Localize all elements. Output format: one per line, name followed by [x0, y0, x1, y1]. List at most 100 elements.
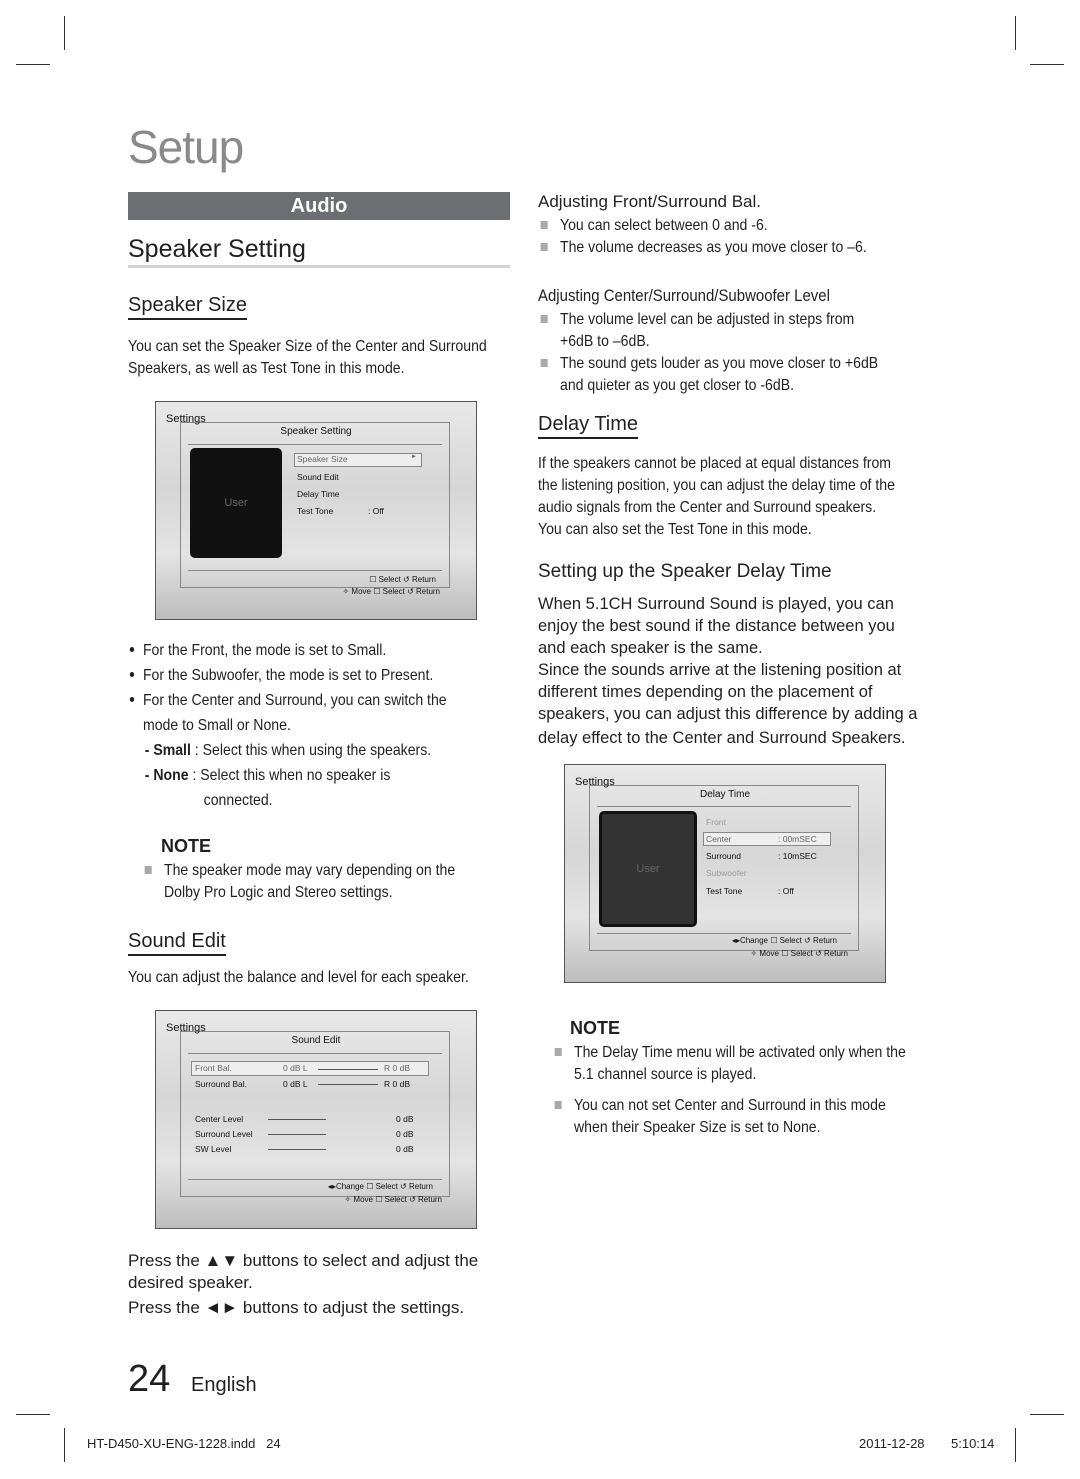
- intro-line: You can set the Speaker Size of the Cent…: [128, 338, 487, 355]
- menu-hint: ✧ Move ☐ Select ↺ Return: [342, 587, 441, 596]
- text-line: the listening position, you can adjust t…: [538, 477, 895, 494]
- none-text: connected.: [203, 792, 273, 809]
- crop-mark: [16, 1414, 50, 1415]
- menu-hint: ◂▸Change ☐ Select ↺ Return: [327, 1182, 433, 1191]
- crop-mark: [64, 1428, 65, 1462]
- menu-title: Delay Time: [699, 789, 750, 800]
- surround-level-label: Surround Level: [195, 1129, 253, 1139]
- menu-hint: ◂▸Change ☐ Select ↺ Return: [731, 936, 837, 945]
- speaker-setting-heading: Speaker Setting: [128, 235, 306, 263]
- text-line: You can also set the Test Tone in this m…: [538, 521, 812, 538]
- center-level-value: 0 dB: [396, 1114, 414, 1124]
- menu-hint: ✧ Move ☐ Select ↺ Return: [750, 949, 849, 958]
- menu-item-speaker-size: Speaker Size: [297, 454, 348, 464]
- surround-bal-left: 0 dB L: [283, 1079, 308, 1089]
- menu-hint: ✧ Move ☐ Select ↺ Return: [344, 1195, 443, 1204]
- page-language: English: [191, 1374, 257, 1396]
- sw-level-value: 0 dB: [396, 1144, 414, 1154]
- delay-surround-label: Surround: [706, 851, 741, 861]
- delay-front-label: Front: [706, 817, 726, 827]
- bullet-item: For the Center and Surround, you can swi…: [128, 688, 464, 713]
- text-line: When 5.1CH Surround Sound is played, you…: [538, 595, 894, 613]
- list-item: The volume level can be adjusted in step…: [538, 309, 878, 353]
- note-title: NOTE: [161, 836, 212, 856]
- text-line: audio signals from the Center and Surrou…: [538, 499, 877, 516]
- list-item: The volume decreases as you move closer …: [538, 237, 867, 259]
- manual-page: Setup Audio Speaker Setting Speaker Size…: [0, 0, 1080, 1479]
- delay-subwoofer-label: Subwoofer: [706, 868, 747, 878]
- front-bal-right: R 0 dB: [384, 1063, 410, 1073]
- intro-line: Speakers, as well as Test Tone in this m…: [128, 360, 405, 377]
- text-line: If the speakers cannot be placed at equa…: [538, 455, 892, 472]
- text-line: enjoy the best sound if the distance bet…: [538, 617, 895, 635]
- delay-time-heading: Delay Time: [538, 413, 639, 439]
- footer-date: 2011-12-28: [859, 1436, 925, 1451]
- instruction: desired speaker.: [128, 1273, 253, 1292]
- delay-surround-value: : 10mSEC: [778, 851, 817, 861]
- menu-item-sound-edit: Sound Edit: [297, 472, 339, 482]
- instruction: Press the ▲▼ buttons to select and adjus…: [128, 1251, 479, 1270]
- test-tone-value: : Off: [368, 506, 384, 516]
- crop-mark: [1030, 1414, 1064, 1415]
- crop-mark: [16, 64, 50, 65]
- footer-filename: HT-D450-XU-ENG-1228.indd 24: [87, 1436, 281, 1451]
- delay-center-value: : 00mSEC: [778, 834, 817, 844]
- sw-level-label: SW Level: [195, 1144, 232, 1154]
- delay-test-tone-value: : Off: [778, 886, 794, 896]
- bullet-item: For the Front, the mode is set to Small.: [128, 638, 464, 663]
- menu-item-delay-time: Delay Time: [297, 489, 340, 499]
- sound-edit-menu-screenshot: Settings Sound Edit Front Bal. 0 dB L R …: [155, 1010, 477, 1229]
- crop-mark: [1015, 1428, 1016, 1462]
- text-line: different times depending on the placeme…: [538, 683, 873, 701]
- speaker-size-heading: Speaker Size: [128, 294, 247, 320]
- surround-bal-label: Surround Bal.: [195, 1079, 247, 1089]
- page-title: Setup: [128, 121, 244, 173]
- menu-title: Speaker Setting: [280, 426, 352, 437]
- menu-item-test-tone: Test Tone: [297, 506, 334, 516]
- menu-title: Sound Edit: [291, 1035, 341, 1046]
- bullet-item: For the Subwoofer, the mode is set to Pr…: [128, 663, 464, 688]
- section-bar: Audio: [128, 192, 510, 220]
- speaker-layout-image: User: [190, 448, 282, 558]
- instruction: Press the ◄► buttons to adjust the setti…: [128, 1298, 465, 1317]
- divider: [128, 265, 510, 268]
- surround-bal-right: R 0 dB: [384, 1079, 410, 1089]
- small-text: : Select this when using the speakers.: [194, 742, 432, 759]
- menu-hint: ☐ Select ↺ Return: [369, 575, 436, 584]
- none-text: : Select this when no speaker is: [192, 767, 391, 784]
- arrow-right-icon: ►: [411, 454, 417, 460]
- crop-mark: [1030, 64, 1064, 65]
- menu-settings-label: Settings: [575, 776, 615, 788]
- delay-center-label: Center: [706, 834, 732, 844]
- delay-time-menu-screenshot: Settings Delay Time User Front Center : …: [564, 764, 886, 983]
- text-line: Since the sounds arrive at the listening…: [538, 661, 902, 679]
- text-line: and each speaker is the same.: [538, 639, 763, 657]
- level-heading: Adjusting Center/Surround/Subwoofer Leve…: [538, 286, 830, 305]
- sound-edit-intro: You can adjust the balance and level for…: [128, 969, 469, 986]
- note-item: The Delay Time menu will be activated on…: [552, 1042, 906, 1086]
- page-number: 24: [128, 1358, 171, 1400]
- crop-mark: [64, 16, 65, 50]
- menu-settings-label: Settings: [166, 413, 206, 425]
- setup-delay-heading: Setting up the Speaker Delay Time: [538, 561, 832, 582]
- footer-time: 5:10:14: [951, 1436, 995, 1451]
- text-line: delay effect to the Center and Surround …: [538, 729, 906, 747]
- sound-edit-heading: Sound Edit: [128, 930, 226, 956]
- surround-level-value: 0 dB: [396, 1129, 414, 1139]
- small-label: - Small: [144, 742, 191, 759]
- speaker-layout-image: User: [599, 811, 697, 927]
- crop-mark: [1015, 16, 1016, 50]
- front-bal-left: 0 dB L: [283, 1063, 308, 1073]
- list-item: The sound gets louder as you move closer…: [538, 353, 878, 397]
- text-line: speakers, you can adjust this difference…: [538, 705, 918, 723]
- note-title: NOTE: [570, 1018, 621, 1038]
- list-item: You can select between 0 and -6.: [538, 215, 867, 237]
- speaker-setting-menu-screenshot: Settings Speaker Setting User Speaker Si…: [155, 401, 477, 620]
- center-level-label: Center Level: [195, 1114, 244, 1124]
- bullet-item: mode to Small or None.: [142, 717, 291, 734]
- menu-settings-label: Settings: [166, 1022, 206, 1034]
- front-bal-label: Front Bal.: [195, 1063, 232, 1073]
- front-surround-bal-heading: Adjusting Front/Surround Bal.: [538, 192, 762, 211]
- none-label: - None: [144, 767, 189, 784]
- note-item: You can not set Center and Surround in t…: [552, 1095, 906, 1139]
